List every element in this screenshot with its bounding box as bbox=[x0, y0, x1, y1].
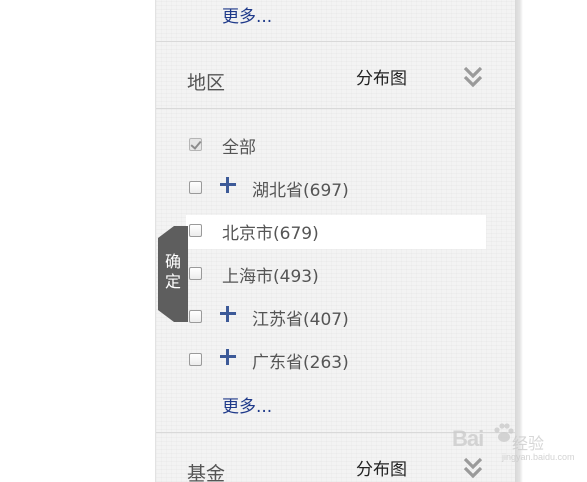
plus-icon[interactable] bbox=[219, 176, 237, 194]
panel-shadow bbox=[515, 0, 523, 482]
page: 更多... 地区 分布图 全部 湖北省(697) 北京市(679) 上海市(49… bbox=[0, 0, 587, 482]
filter-row-beijing[interactable]: 北京市(679) bbox=[186, 215, 486, 249]
divider bbox=[156, 108, 516, 109]
fund-distribution-link[interactable]: 分布图 bbox=[356, 455, 407, 480]
top-more-link[interactable]: 更多... bbox=[222, 2, 272, 27]
checkbox-icon[interactable] bbox=[189, 310, 202, 323]
filter-label: 北京市(679) bbox=[222, 224, 319, 244]
checkbox-icon[interactable] bbox=[189, 353, 202, 366]
filter-row-hubei[interactable]: 湖北省(697) bbox=[186, 172, 486, 206]
paw-icon bbox=[494, 423, 514, 442]
filter-row-all[interactable]: 全部 bbox=[186, 129, 486, 163]
plus-icon[interactable] bbox=[219, 348, 237, 366]
fund-section-title: 基金 bbox=[187, 463, 226, 482]
filter-row-shanghai[interactable]: 上海市(493) bbox=[186, 258, 486, 292]
region-distribution-link[interactable]: 分布图 bbox=[356, 64, 407, 89]
filter-label: 全部 bbox=[222, 138, 256, 158]
region-section-header: 地区 分布图 bbox=[156, 52, 516, 108]
plus-icon[interactable] bbox=[219, 305, 237, 323]
watermark-brand: Bai bbox=[452, 426, 484, 451]
divider bbox=[156, 41, 516, 42]
confirm-label: 确定 bbox=[164, 252, 181, 291]
filter-panel: 更多... 地区 分布图 全部 湖北省(697) 北京市(679) 上海市(49… bbox=[155, 0, 516, 482]
filter-label: 广东省(263) bbox=[252, 353, 349, 373]
watermark-url: jingyan.baidu.com bbox=[502, 452, 575, 462]
filter-row-jiangsu[interactable]: 江苏省(407) bbox=[186, 301, 486, 335]
checkbox-icon[interactable] bbox=[189, 138, 202, 151]
filter-label: 湖北省(697) bbox=[252, 181, 349, 201]
checkbox-icon[interactable] bbox=[189, 181, 202, 194]
confirm-button[interactable]: 确定 bbox=[158, 226, 188, 322]
checkbox-icon[interactable] bbox=[189, 224, 202, 237]
filter-label: 江苏省(407) bbox=[252, 310, 349, 330]
filter-row-guangdong[interactable]: 广东省(263) bbox=[186, 344, 486, 378]
checkbox-icon[interactable] bbox=[189, 267, 202, 280]
region-section-title: 地区 bbox=[187, 72, 226, 94]
region-more-link[interactable]: 更多... bbox=[222, 392, 272, 417]
filter-label: 上海市(493) bbox=[222, 267, 319, 287]
watermark-suffix: 经验 bbox=[512, 434, 545, 453]
baidu-jingyan-watermark: Bai 经验 jingyan.baidu.com bbox=[452, 420, 575, 470]
chevron-double-down-icon[interactable] bbox=[462, 64, 484, 90]
